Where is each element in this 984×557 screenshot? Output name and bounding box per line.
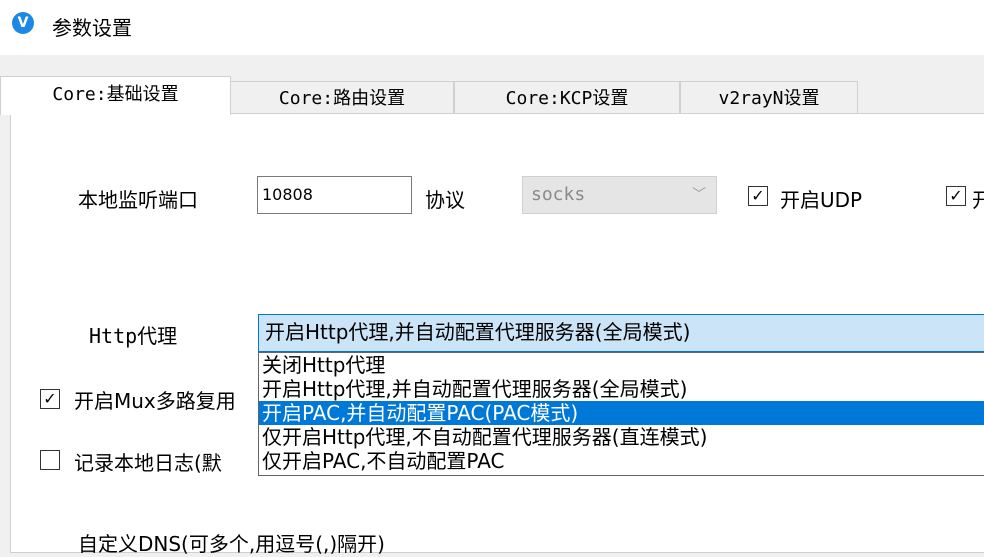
log-label: 记录本地日志(默 [74, 451, 222, 475]
protocol-select[interactable]: socks ﹀ [522, 176, 717, 214]
check-icon: ✓ [949, 186, 963, 205]
tab-core-routing[interactable]: Core:路由设置 [230, 81, 454, 114]
title-bar: V 参数设置 [0, 0, 984, 55]
enable-udp-label: 开启UDP [780, 188, 863, 212]
dropdown-option[interactable]: 仅开启Http代理,不自动配置代理服务器(直连模式) [259, 425, 984, 449]
check-icon: ✓ [43, 389, 57, 408]
second-checkbox-label: 开 [972, 188, 984, 212]
protocol-value: socks [531, 184, 586, 205]
mux-checkbox[interactable]: ✓ [40, 389, 60, 409]
log-checkbox[interactable] [40, 450, 60, 470]
dropdown-option[interactable]: 关闭Http代理 [259, 353, 984, 377]
http-proxy-label: Http代理 [89, 324, 178, 348]
tab-v2rayn-settings[interactable]: v2rayN设置 [680, 81, 858, 114]
mux-label: 开启Mux多路复用 [74, 389, 236, 413]
enable-udp-checkbox[interactable]: ✓ [748, 186, 768, 206]
v-logo-icon: V [12, 12, 34, 34]
http-proxy-dropdown-list: 关闭Http代理 开启Http代理,并自动配置代理服务器(全局模式) 开启PAC… [258, 352, 984, 476]
protocol-label: 协议 [425, 188, 465, 212]
check-icon: ✓ [751, 186, 765, 205]
tab-core-kcp[interactable]: Core:KCP设置 [454, 81, 680, 114]
chevron-down-icon: ﹀ [692, 187, 706, 203]
listen-port-label: 本地监听端口 [78, 188, 198, 212]
second-checkbox[interactable]: ✓ [946, 186, 966, 206]
dropdown-option-highlighted[interactable]: 开启PAC,并自动配置PAC(PAC模式) [259, 401, 984, 425]
custom-dns-label: 自定义DNS(可多个,用逗号(,)隔开) [78, 532, 385, 556]
dropdown-option[interactable]: 开启Http代理,并自动配置代理服务器(全局模式) [259, 377, 984, 401]
http-proxy-select[interactable]: 开启Http代理,并自动配置代理服务器(全局模式) [258, 314, 984, 352]
tab-strip: Core:基础设置 Core:路由设置 Core:KCP设置 v2rayN设置 [0, 76, 984, 115]
window-title: 参数设置 [52, 16, 132, 40]
listen-port-input[interactable]: 10808 [257, 176, 412, 214]
tab-core-basic[interactable]: Core:基础设置 [0, 76, 231, 115]
dropdown-option[interactable]: 仅开启PAC,不自动配置PAC [259, 449, 984, 473]
